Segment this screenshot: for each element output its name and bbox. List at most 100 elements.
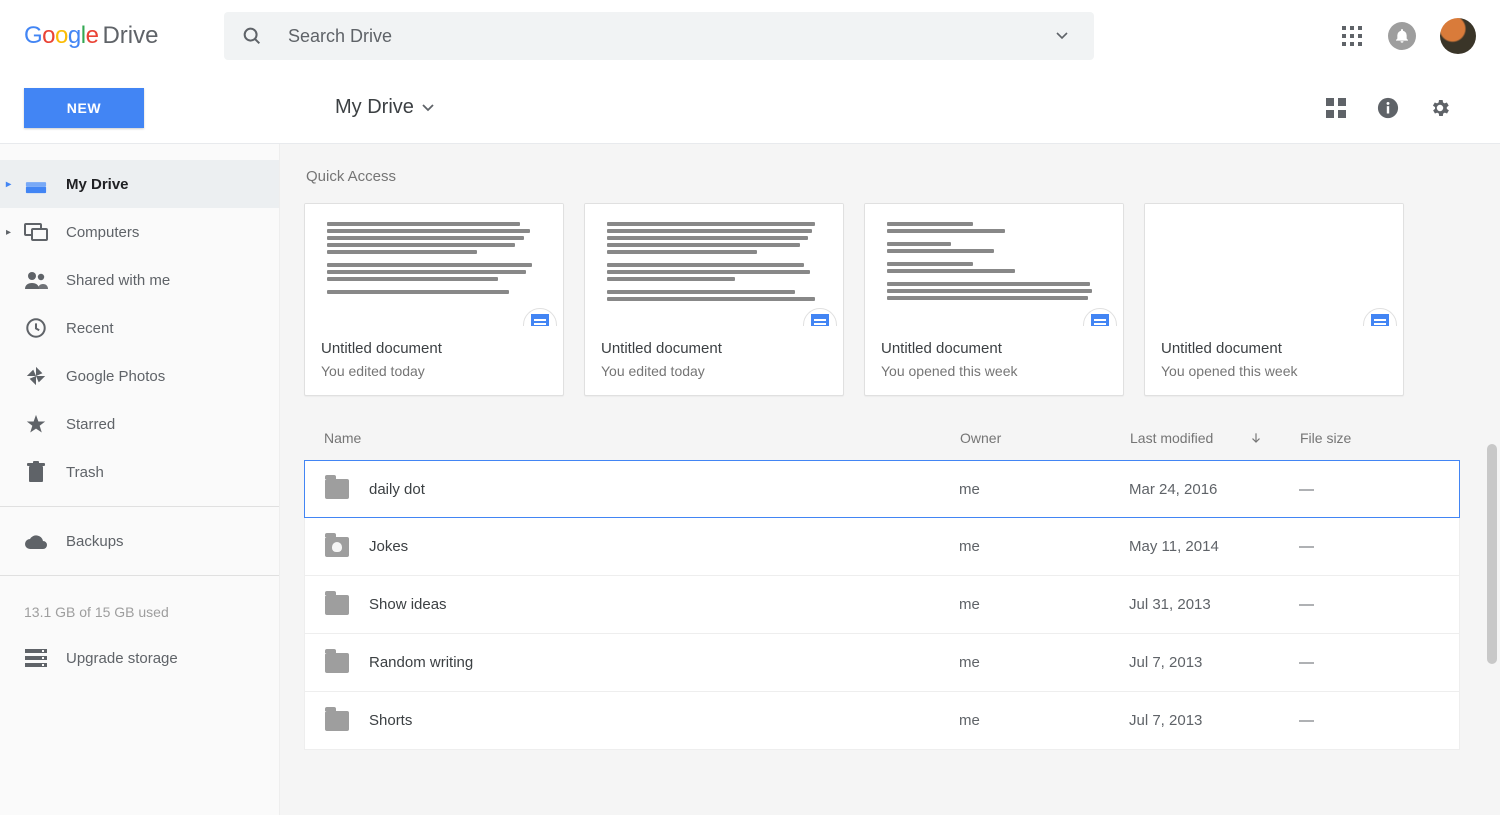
file-size: — xyxy=(1299,596,1459,613)
col-size[interactable]: File size xyxy=(1300,430,1460,446)
sidebar-item-recent[interactable]: Recent xyxy=(0,304,279,352)
breadcrumb[interactable]: My Drive xyxy=(280,96,434,119)
scrollbar[interactable] xyxy=(1487,444,1497,664)
sidebar-item-shared-with-me[interactable]: Shared with me xyxy=(0,256,279,304)
file-owner: me xyxy=(959,712,1129,729)
gear-icon[interactable] xyxy=(1428,96,1452,120)
sidebar-item-label: Starred xyxy=(66,416,115,433)
card-subtitle: You edited today xyxy=(321,363,547,379)
file-name: Random writing xyxy=(369,654,473,671)
new-button[interactable]: NEW xyxy=(24,88,144,128)
account-avatar[interactable] xyxy=(1440,18,1476,54)
folder-icon xyxy=(325,711,349,731)
search-input[interactable] xyxy=(264,26,1078,47)
quick-access-card[interactable]: Untitled document You edited today xyxy=(304,203,564,396)
search-options-dropdown-icon[interactable] xyxy=(1050,24,1074,48)
content-area: Quick Access Untitled documentYou edited… xyxy=(280,144,1500,815)
quick-access-card[interactable]: Untitled documentYou opened this week xyxy=(864,203,1124,396)
file-size: — xyxy=(1299,481,1459,498)
card-subtitle: You opened this week xyxy=(1161,363,1387,379)
sidebar-item-label: Recent xyxy=(66,320,114,337)
google-wordmark: Google xyxy=(24,22,98,50)
search-bar[interactable] xyxy=(224,12,1094,60)
sidebar-item-my-drive[interactable]: ▸My Drive xyxy=(0,160,279,208)
cloud-icon xyxy=(24,529,48,553)
sidebar-item-computers[interactable]: ▸ Computers xyxy=(0,208,279,256)
file-size: — xyxy=(1299,538,1459,555)
apps-grid-icon[interactable] xyxy=(1340,24,1364,48)
sidebar-item-label: Google Photos xyxy=(66,368,165,385)
table-row[interactable]: JokesmeMay 11, 2014— xyxy=(304,518,1460,576)
table-header: Name Owner Last modified File size xyxy=(304,396,1460,460)
search-icon[interactable] xyxy=(240,24,264,48)
file-name: Show ideas xyxy=(369,596,447,613)
sidebar-item-label: Upgrade storage xyxy=(66,650,178,667)
star-icon xyxy=(24,412,48,436)
file-owner: me xyxy=(959,596,1129,613)
folder-icon xyxy=(325,653,349,673)
doc-thumbnail xyxy=(585,204,843,326)
col-modified[interactable]: Last modified xyxy=(1130,430,1300,446)
product-name: Drive xyxy=(102,22,158,50)
view-grid-icon[interactable] xyxy=(1324,96,1348,120)
file-modified: Jul 7, 2013 xyxy=(1129,654,1299,671)
file-modified: May 11, 2014 xyxy=(1129,538,1299,555)
file-owner: me xyxy=(959,538,1129,555)
header-actions xyxy=(1340,18,1476,54)
upgrade-storage[interactable]: Upgrade storage xyxy=(0,634,279,682)
quick-access-row: Untitled document You edited today Untitle… xyxy=(304,203,1460,396)
docs-icon xyxy=(1363,308,1397,326)
file-size: — xyxy=(1299,712,1459,729)
sidebar: ▸My Drive▸ComputersShared with meRecentG… xyxy=(0,144,280,815)
doc-thumbnail xyxy=(305,204,563,326)
table-row[interactable]: daily dot meMar 24, 2016— xyxy=(304,460,1460,518)
sort-arrow-down-icon xyxy=(1249,431,1263,445)
people-icon xyxy=(24,268,48,292)
sidebar-item-starred[interactable]: Starred xyxy=(0,400,279,448)
expand-icon[interactable]: ▸ xyxy=(6,179,11,190)
sidebar-item-label: Shared with me xyxy=(66,272,170,289)
folder-shared-icon xyxy=(325,537,349,557)
pinwheel-icon xyxy=(24,364,48,388)
notifications-icon[interactable] xyxy=(1388,22,1416,50)
quick-access-card[interactable]: Untitled document You opened this week xyxy=(1144,203,1404,396)
sidebar-item-label: Backups xyxy=(66,533,124,550)
card-title: Untitled document xyxy=(321,340,547,357)
storage-stack-icon xyxy=(24,646,48,670)
sidebar-item-label: Computers xyxy=(66,224,139,241)
clock-icon xyxy=(24,316,48,340)
sidebar-item-backups[interactable]: Backups xyxy=(0,517,279,565)
table-row[interactable]: Random writingmeJul 7, 2013— xyxy=(304,634,1460,692)
sidebar-item-google-photos[interactable]: Google Photos xyxy=(0,352,279,400)
sidebar-item-label: Trash xyxy=(66,464,104,481)
docs-icon xyxy=(803,308,837,326)
col-owner[interactable]: Owner xyxy=(960,430,1130,446)
card-subtitle: You opened this week xyxy=(881,363,1107,379)
docs-icon xyxy=(523,308,557,326)
card-title: Untitled document xyxy=(1161,340,1387,357)
file-modified: Jul 31, 2013 xyxy=(1129,596,1299,613)
file-size: — xyxy=(1299,654,1459,671)
col-name[interactable]: Name xyxy=(324,430,960,446)
doc-thumbnail xyxy=(865,204,1123,326)
file-modified: Jul 7, 2013 xyxy=(1129,712,1299,729)
main: ▸My Drive▸ComputersShared with meRecentG… xyxy=(0,144,1500,815)
toolbar: NEW My Drive xyxy=(0,72,1500,144)
file-modified: Mar 24, 2016 xyxy=(1129,481,1299,498)
table-row[interactable]: Shorts meJul 7, 2013— xyxy=(304,692,1460,750)
file-name: daily dot xyxy=(369,481,425,498)
app-header: Google Drive xyxy=(0,0,1500,72)
logo[interactable]: Google Drive xyxy=(24,22,224,50)
computers-icon xyxy=(24,220,48,244)
quick-access-card[interactable]: Untitled documentYou edited today xyxy=(584,203,844,396)
expand-icon[interactable]: ▸ xyxy=(6,227,11,238)
sidebar-item-trash[interactable]: Trash xyxy=(0,448,279,496)
file-owner: me xyxy=(959,481,1129,498)
info-icon[interactable] xyxy=(1376,96,1400,120)
doc-thumbnail xyxy=(1145,204,1403,326)
breadcrumb-label: My Drive xyxy=(335,96,414,119)
storage-usage: 13.1 GB of 15 GB used xyxy=(0,586,279,634)
file-name: Shorts xyxy=(369,712,412,729)
card-title: Untitled document xyxy=(601,340,827,357)
table-row[interactable]: Show ideas meJul 31, 2013— xyxy=(304,576,1460,634)
